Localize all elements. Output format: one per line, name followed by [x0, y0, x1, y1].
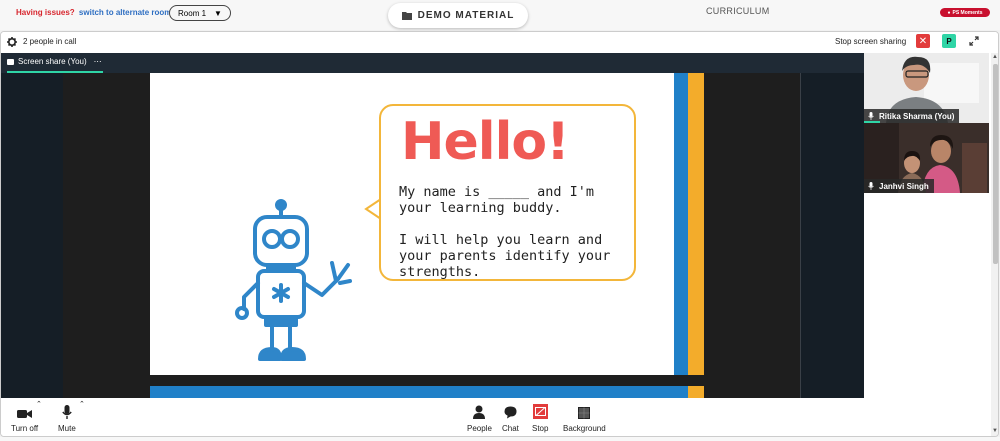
camera-toggle-label: Turn off: [11, 424, 39, 433]
next-slide-stripe-gold: [688, 386, 704, 398]
screen-share-stage: Hello! My name is _____ and I'm your lea…: [1, 73, 864, 398]
background-label: Background: [563, 424, 606, 433]
video-call-panel: 2 people in call Stop screen sharing ✕ P…: [0, 31, 999, 437]
tab-screen-share-label: Screen share (You): [18, 57, 87, 66]
ps-moments-button[interactable]: ● PS Moments: [940, 8, 990, 17]
speech-bubble: Hello! My name is _____ and I'm your lea…: [379, 104, 636, 281]
more-options-icon[interactable]: ⋯: [94, 57, 103, 66]
stage-divider: [800, 73, 801, 398]
participant-tile[interactable]: Janhvi Singh: [864, 123, 989, 193]
tab-curriculum[interactable]: CURRICULUM: [706, 6, 770, 16]
stop-screen-share-icon: [532, 404, 548, 419]
people-icon: [473, 405, 486, 419]
slide-stripe-gold: [688, 73, 704, 375]
caret-down-icon: ▼: [214, 8, 222, 18]
mute-label: Mute: [58, 424, 76, 433]
issues-notice: Having issues? switch to alternate room: [16, 8, 171, 17]
people-label: People: [467, 424, 492, 433]
app-top-bar: Having issues? switch to alternate room …: [0, 0, 1000, 30]
participant-name: Ritika Sharma (You): [879, 111, 955, 121]
scrollbar-thumb[interactable]: [993, 64, 998, 264]
chat-icon: [504, 406, 517, 419]
folder-icon: [401, 12, 412, 20]
camera-toggle-button[interactable]: Turn off: [11, 403, 38, 433]
screen-share-tabbar: Screen share (You) ⋯: [1, 53, 864, 73]
ps-moments-label: PS Moments: [952, 9, 983, 16]
background-button[interactable]: Background: [563, 403, 606, 433]
scroll-up-icon[interactable]: ▲: [992, 54, 998, 60]
presentation-slide: Hello! My name is _____ and I'm your lea…: [150, 73, 704, 375]
background-icon: [578, 407, 591, 419]
gear-icon[interactable]: [7, 37, 17, 47]
chat-label: Chat: [502, 424, 519, 433]
slide-help-text: I will help you learn and your parents i…: [399, 232, 611, 280]
next-slide-preview: [150, 386, 704, 398]
next-slide-stripe-blue: [150, 386, 688, 398]
camera-options-chevron-icon[interactable]: ⌃: [36, 400, 42, 408]
slide-intro-text: My name is _____ and I'm your learning b…: [399, 184, 595, 216]
slide-stripe-blue: [674, 73, 688, 375]
mic-icon: [868, 112, 874, 120]
alternate-room-link[interactable]: switch to alternate room: [79, 8, 171, 17]
robot-icon: [235, 199, 352, 361]
mute-button[interactable]: Mute: [58, 403, 76, 433]
call-header: 2 people in call Stop screen sharing ✕ P: [1, 32, 998, 52]
monitor-icon: [7, 58, 14, 65]
issues-text: Having issues?: [16, 8, 75, 17]
participant-tile[interactable]: Ritika Sharma (You): [864, 53, 989, 123]
stop-label: Stop: [532, 424, 549, 433]
info-icon: ●: [947, 9, 951, 16]
expand-icon[interactable]: [969, 36, 979, 46]
room-select[interactable]: Room 1 ▼: [169, 5, 231, 21]
tab-demo-material[interactable]: DEMO MATERIAL: [388, 3, 528, 28]
close-share-button[interactable]: ✕: [916, 34, 930, 48]
mic-options-chevron-icon[interactable]: ⌃: [79, 400, 85, 408]
tab-screen-share[interactable]: Screen share (You) ⋯: [7, 57, 102, 66]
scroll-down-icon[interactable]: ▼: [992, 428, 998, 434]
avatar[interactable]: P: [942, 34, 956, 48]
close-icon: ✕: [918, 35, 928, 47]
people-button[interactable]: People: [467, 403, 492, 433]
tab-demo-material-label: DEMO MATERIAL: [417, 10, 515, 21]
people-count: 2 people in call: [23, 37, 77, 46]
participant-name-tag: Janhvi Singh: [864, 179, 934, 193]
slide-heading: Hello!: [401, 112, 570, 172]
chat-button[interactable]: Chat: [502, 403, 519, 433]
call-controls: Turn off ⌃ Mute ⌃ People Chat Stop Backg…: [1, 398, 991, 436]
stop-screen-sharing-link[interactable]: Stop screen sharing: [835, 37, 906, 46]
mic-icon: [868, 182, 874, 190]
stop-share-button[interactable]: Stop: [532, 403, 548, 433]
mic-icon: [62, 405, 72, 419]
room-select-value: Room 1: [178, 8, 207, 18]
participant-name: Janhvi Singh: [879, 181, 929, 191]
page-bottom-strip: [0, 437, 1000, 441]
camera-icon: [17, 410, 33, 418]
